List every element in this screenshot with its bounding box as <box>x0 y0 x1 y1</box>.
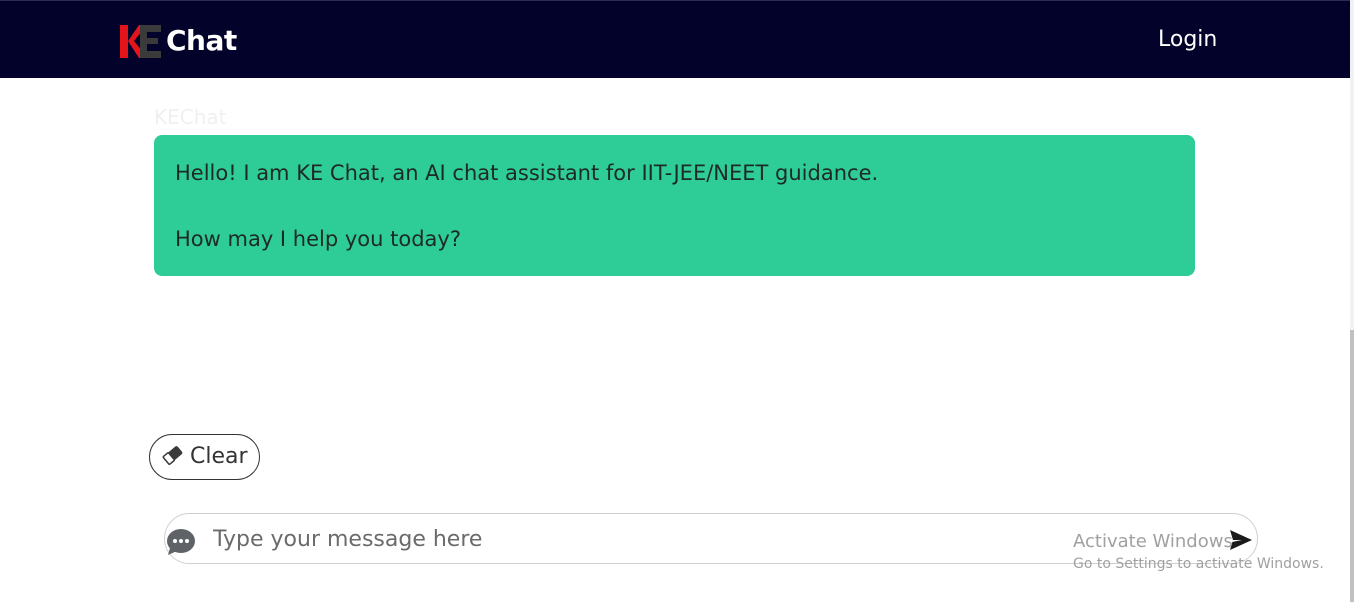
top-navbar: Chat Login <box>0 0 1350 78</box>
eraser-icon <box>162 445 184 469</box>
message-line: Hello! I am KE Chat, an AI chat assistan… <box>175 161 879 185</box>
message-input[interactable] <box>213 522 1173 556</box>
chat-title-faded: KEChat <box>154 105 227 129</box>
logo[interactable]: Chat <box>120 23 237 59</box>
clear-button[interactable]: Clear <box>149 434 260 480</box>
page-scrollbar[interactable] <box>1350 0 1354 602</box>
ke-logo-icon <box>120 23 162 59</box>
clear-button-label: Clear <box>190 444 248 469</box>
message-input-bar <box>164 513 1258 564</box>
login-link[interactable]: Login <box>1158 26 1217 54</box>
assistant-message-bubble: Hello! I am KE Chat, an AI chat assistan… <box>154 135 1195 276</box>
scrollbar-thumb[interactable] <box>1350 330 1354 602</box>
chat-bubble-icon <box>165 526 197 558</box>
logo-text: Chat <box>166 24 237 57</box>
message-line: How may I help you today? <box>175 227 461 251</box>
send-icon[interactable] <box>1228 528 1254 552</box>
